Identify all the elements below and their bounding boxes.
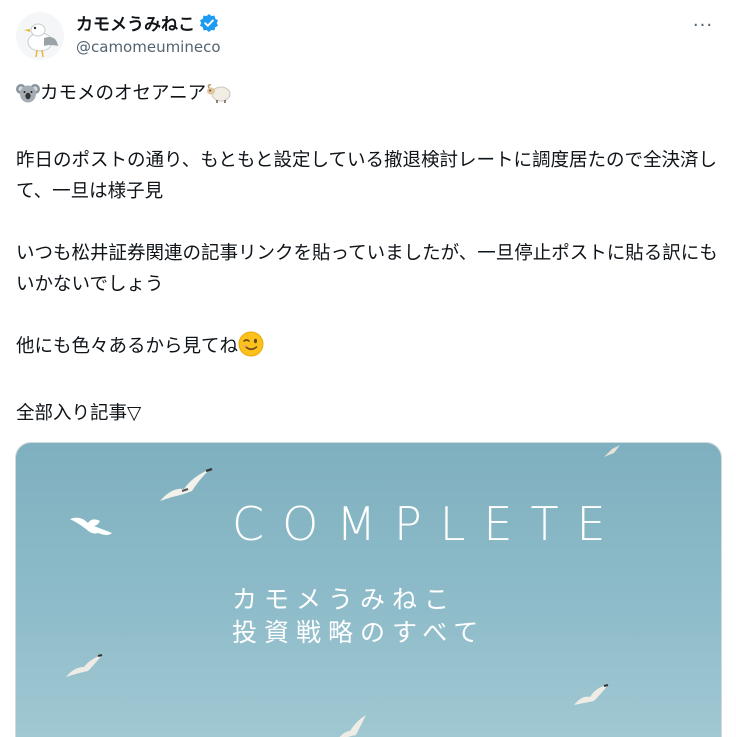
author-avatar[interactable] bbox=[16, 12, 64, 60]
flying-seagull-icon bbox=[339, 715, 366, 737]
author-display-name[interactable]: カモメうみねこ bbox=[76, 10, 195, 35]
flying-seagull-icon bbox=[160, 467, 213, 501]
media-title: COMPLETE bbox=[232, 497, 624, 551]
more-options-button[interactable]: ··· bbox=[686, 8, 720, 42]
tweet-paragraph-3: 他にも色々あるから見てね bbox=[16, 331, 724, 367]
seagull-silhouette-icon bbox=[70, 517, 112, 535]
tweet-body: カモメのオセアニア 昨日のポストの通り、もともと設定している撤退検討レートに調度… bbox=[16, 78, 724, 429]
seagull-avatar-icon bbox=[24, 23, 58, 58]
tweet-header: カモメうみねこ @camomeumineco ··· bbox=[16, 8, 720, 64]
tweet-title-text: カモメのオセアニア bbox=[40, 83, 207, 104]
flying-seagull-icon bbox=[66, 654, 103, 677]
media-subtitle: カモメうみねこ 投資戦略のすべて bbox=[232, 583, 485, 649]
tweet-paragraph-3-text: 他にも色々あるから見てね bbox=[16, 336, 239, 357]
winking-face-emoji-icon bbox=[238, 331, 264, 367]
author-handle[interactable]: @camomeumineco bbox=[76, 38, 221, 56]
tweet-paragraph-1: 昨日のポストの通り、もともと設定している撤退検討レートに調度居たので全決済して、… bbox=[16, 150, 717, 202]
media-subtitle-line-1: カモメうみねこ bbox=[232, 585, 457, 614]
tweet-paragraph-2: いつも松井証券関連の記事リンクを貼っていましたが、一旦停止ポストに貼る訳にもいか… bbox=[16, 243, 718, 295]
flying-seagull-icon bbox=[574, 684, 609, 705]
tweet-paragraph-4: 全部入り記事▽ bbox=[16, 403, 142, 424]
tweet-media-image[interactable]: COMPLETE カモメうみねこ 投資戦略のすべて bbox=[15, 442, 722, 737]
sheep-emoji-icon bbox=[206, 82, 232, 114]
flying-seagull-icon bbox=[604, 445, 620, 457]
verified-badge-icon bbox=[199, 13, 219, 33]
author-name-row[interactable]: カモメうみねこ bbox=[76, 10, 219, 35]
media-subtitle-line-2: 投資戦略のすべて bbox=[232, 618, 486, 647]
more-options-icon: ··· bbox=[692, 14, 714, 36]
koala-emoji-icon bbox=[16, 82, 40, 114]
tweet-line-title: カモメのオセアニア bbox=[16, 78, 724, 114]
